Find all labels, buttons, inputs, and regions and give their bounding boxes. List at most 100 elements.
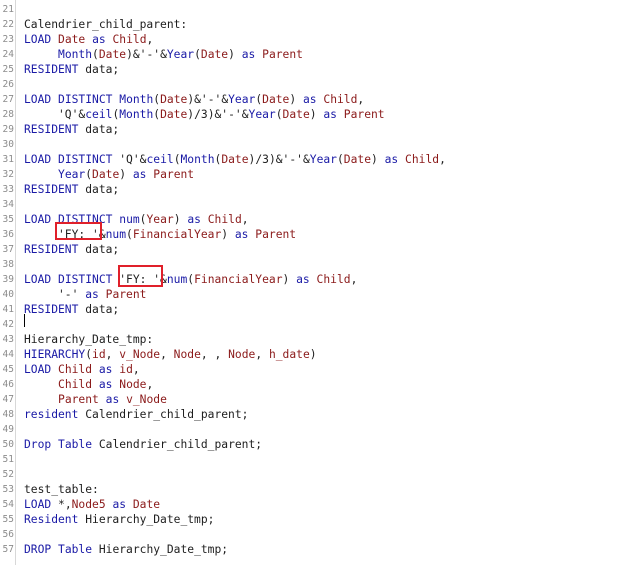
code-text: test_table: [24, 482, 99, 497]
code-token-txt: '-' [24, 288, 86, 301]
code-line[interactable]: 46 Child as Node, [0, 377, 630, 392]
line-number: 50 [2, 439, 14, 450]
code-line[interactable]: 43 Hierarchy_Date_tmp: [0, 332, 630, 347]
code-token-txt: ) [371, 153, 385, 166]
code-line[interactable]: 56 [0, 527, 630, 542]
code-token-txt: Calendrier_child_parent; [78, 408, 249, 421]
code-token-fn: Month [180, 153, 215, 166]
code-line[interactable]: 49 [0, 422, 630, 437]
code-text: LOAD Child as id, [24, 362, 140, 377]
code-token-id: FinancialYear [132, 228, 222, 241]
code-token-kw: HIERARCHY [24, 348, 86, 361]
code-token-kw: RESIDENT [24, 63, 79, 76]
code-line[interactable]: 42 [0, 317, 630, 332]
code-text: DROP Table Hierarchy_Date_tmp; [24, 542, 228, 557]
code-line[interactable]: 31 LOAD DISTINCT 'Q'&ceil(Month(Date)/3)&… [0, 152, 630, 167]
code-token-kw: as [98, 363, 113, 376]
code-token-id: Date [160, 93, 188, 106]
code-line[interactable]: 30 [0, 137, 630, 152]
code-token-fn: num [166, 273, 188, 286]
code-token-kw: as [323, 108, 337, 121]
code-token-fn: Year [58, 168, 86, 181]
code-token-kw: as [132, 168, 147, 181]
code-line[interactable]: 33 RESIDENT data; [0, 182, 630, 197]
code-line[interactable]: 23 LOAD Date as Child, [0, 32, 630, 47]
code-line[interactable]: 28 'Q'&ceil(Month(Date)/3)&'-'&Year(Date… [0, 107, 630, 122]
script-editor[interactable]: 21 22 Calendrier_child_parent: 23 LOAD Date … [0, 0, 630, 565]
code-line[interactable]: 39 LOAD DISTINCT 'FY: '&num(FinancialYear… [0, 272, 630, 287]
code-token-kw: as [234, 228, 249, 241]
code-token-id: FinancialYear [194, 273, 283, 286]
code-line[interactable]: 32 Year(Date) as Parent [0, 167, 630, 182]
code-text: Hierarchy_Date_tmp: [24, 332, 153, 347]
highlight-box-fy-parent [55, 222, 102, 240]
code-line[interactable]: 45 LOAD Child as id, [0, 362, 630, 377]
line-number: 30 [2, 139, 14, 150]
code-line[interactable]: 52 [0, 467, 630, 482]
code-line[interactable]: 53 test_table: [0, 482, 630, 497]
code-token-txt: Hierarchy_Date_tmp; [78, 513, 215, 526]
code-line[interactable]: 38 [0, 257, 630, 272]
code-line[interactable]: 40 '-' as Parent [0, 287, 630, 302]
code-token-kw: LOAD [24, 498, 52, 511]
code-token-fn: Year [248, 108, 276, 121]
code-token-id: h_date [268, 348, 310, 361]
line-number: 42 [2, 319, 14, 330]
line-number: 55 [2, 514, 14, 525]
code-token-txt: Hierarchy_Date_tmp; [92, 543, 229, 556]
code-token-id: Date [262, 93, 290, 106]
code-token-id: Date [343, 153, 372, 166]
code-text: resident Calendrier_child_parent; [24, 407, 248, 422]
code-line[interactable]: 57 DROP Table Hierarchy_Date_tmp; [0, 542, 630, 557]
code-token-id: Node [173, 348, 201, 361]
code-line[interactable]: 27 LOAD DISTINCT Month(Date)&'-'&Year(Dat… [0, 92, 630, 107]
code-area[interactable]: 21 22 Calendrier_child_parent: 23 LOAD Date … [0, 0, 630, 565]
code-line[interactable]: 21 [0, 2, 630, 17]
code-text: LOAD DISTINCT 'Q'&ceil(Month(Date)/3)&'-… [24, 152, 446, 167]
code-token-txt: , , [200, 348, 229, 361]
code-token-id: Date [160, 108, 188, 121]
code-token-kw: as [98, 378, 113, 391]
line-number: 29 [2, 124, 14, 135]
code-text: Child as Node, [24, 377, 153, 392]
line-number: 57 [2, 544, 14, 555]
code-line[interactable]: 22 Calendrier_child_parent: [0, 17, 630, 32]
code-line[interactable]: 24 Month(Date)&'-'&Year(Date) as Parent [0, 47, 630, 62]
code-line[interactable]: 41 RESIDENT data; [0, 302, 630, 317]
code-line[interactable]: 48 resident Calendrier_child_parent; [0, 407, 630, 422]
line-number: 27 [2, 94, 14, 105]
code-line[interactable]: 25 RESIDENT data; [0, 62, 630, 77]
line-number: 25 [2, 64, 14, 75]
line-number: 23 [2, 34, 14, 45]
code-text: Month(Date)&'-'&Year(Date) as Parent [24, 47, 303, 62]
line-number: 26 [2, 79, 14, 90]
code-token-id: Parent [58, 393, 99, 406]
line-number: 53 [2, 484, 14, 495]
code-token-id: id [92, 348, 106, 361]
code-line[interactable]: 50 Drop Table Calendrier_child_parent; [0, 437, 630, 452]
code-line[interactable]: 47 Parent as v_Node [0, 392, 630, 407]
code-line[interactable]: 51 [0, 452, 630, 467]
code-line[interactable]: 44 HIERARCHY(id, v_Node, Node, , Node, h_… [0, 347, 630, 362]
code-token-txt: , [350, 273, 358, 286]
code-token-id: Node [228, 348, 256, 361]
code-line[interactable]: 29 RESIDENT data; [0, 122, 630, 137]
code-line[interactable]: 37 RESIDENT data; [0, 242, 630, 257]
code-token-id: Node5 [71, 498, 106, 511]
code-line[interactable]: 54 LOAD *,Node5 as Date [0, 497, 630, 512]
code-token-fn: num [119, 213, 140, 226]
code-token-txt: )&'-'& [187, 93, 229, 106]
code-line[interactable]: 55 Resident Hierarchy_Date_tmp; [0, 512, 630, 527]
line-number: 43 [2, 334, 14, 345]
code-token-fn: ceil [146, 153, 174, 166]
code-line[interactable]: 34 [0, 197, 630, 212]
code-text: RESIDENT data; [24, 182, 119, 197]
code-line[interactable]: 26 [0, 77, 630, 92]
code-token-id: Parent [262, 48, 303, 61]
